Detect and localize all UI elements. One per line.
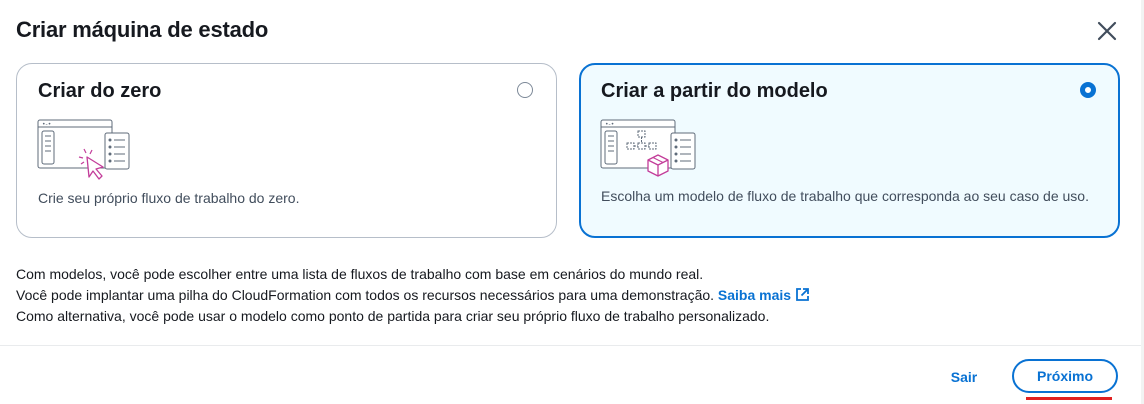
option-description: Escolha um modelo de fluxo de trabalho q… <box>601 188 1089 204</box>
close-button[interactable] <box>1094 18 1120 44</box>
info-line-3: Como alternativa, você pode usar o model… <box>16 308 770 324</box>
next-button[interactable]: Próximo <box>1012 359 1118 393</box>
option-radio-template[interactable] <box>1080 82 1096 98</box>
svg-text:•-•: •-• <box>605 121 614 128</box>
option-card-blank[interactable]: Criar do zero •-• Crie seu próprio fluxo… <box>16 63 557 238</box>
option-card-template[interactable]: Criar a partir do modelo •-• Escolha um … <box>579 63 1120 238</box>
close-icon[interactable] <box>1094 18 1120 44</box>
option-title: Criar a partir do modelo <box>601 80 828 102</box>
footer-divider <box>0 345 1144 346</box>
exit-button[interactable]: Sair <box>934 360 994 394</box>
learn-more-label[interactable]: Saiba mais <box>718 287 791 303</box>
info-text: Com modelos, você pode escolher entre um… <box>16 264 810 327</box>
info-line-2-text: Você pode implantar uma pilha do CloudFo… <box>16 287 715 303</box>
blank-workflow-cursor-illustration: •-• <box>37 119 130 180</box>
external-link-icon[interactable] <box>795 287 810 302</box>
learn-more-link[interactable]: Saiba mais <box>718 287 810 303</box>
svg-text:•-•: •-• <box>42 121 51 128</box>
template-workflow-box-illustration: •-• <box>600 119 696 177</box>
info-line-2: Você pode implantar uma pilha do CloudFo… <box>16 285 810 306</box>
highlight-underline <box>1026 397 1112 400</box>
option-description: Crie seu próprio fluxo de trabalho do ze… <box>38 190 300 206</box>
modal-title: Criar máquina de estado <box>16 17 269 42</box>
option-radio-blank[interactable] <box>517 82 533 98</box>
option-title: Criar do zero <box>38 80 162 102</box>
info-line-1: Com modelos, você pode escolher entre um… <box>16 266 704 282</box>
